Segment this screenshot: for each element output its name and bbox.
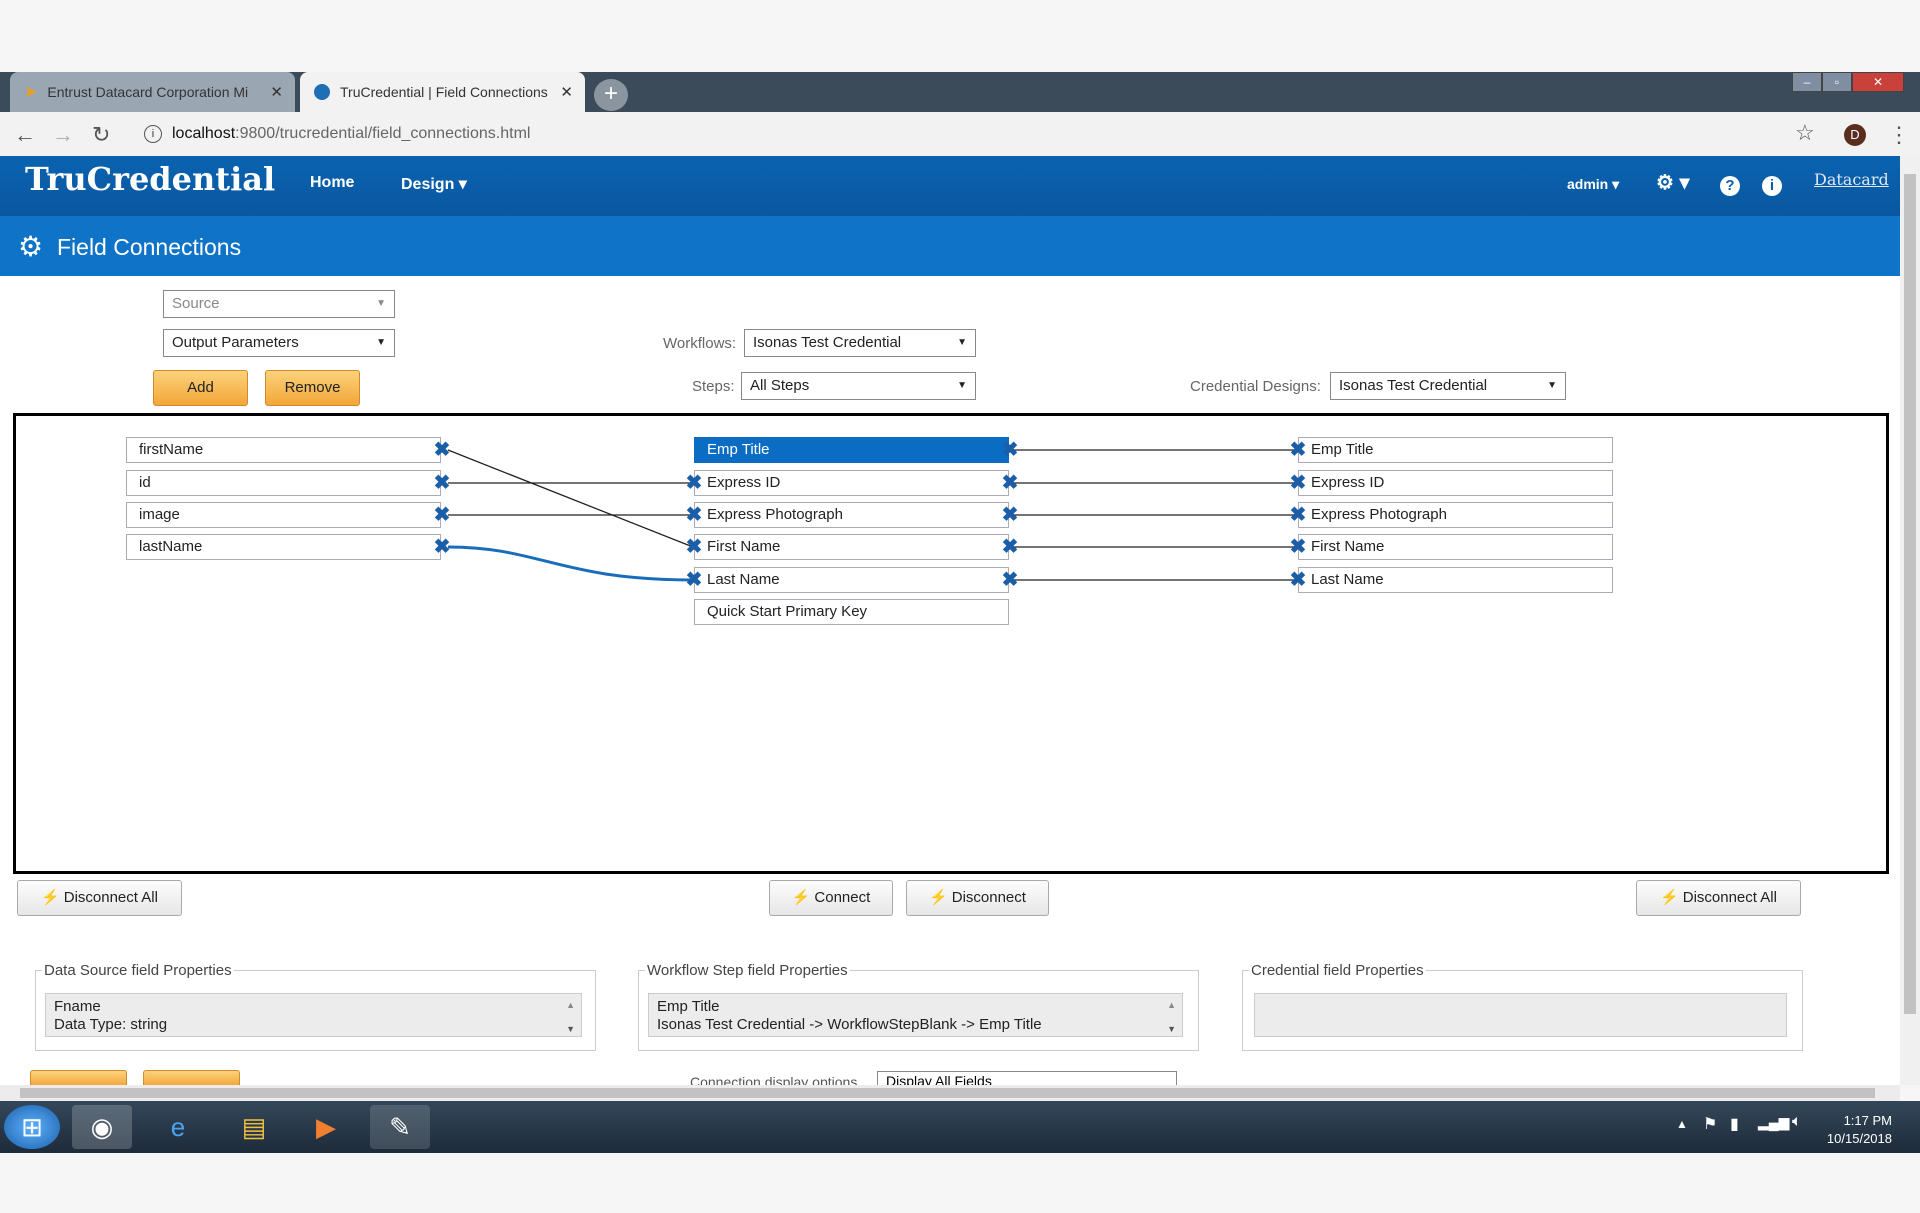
save-button-partial[interactable] bbox=[30, 1070, 127, 1086]
connector-x-icon[interactable]: ✖ bbox=[433, 505, 451, 525]
workflow-field[interactable]: First Name bbox=[694, 534, 1009, 560]
connector-x-icon[interactable]: ✖ bbox=[685, 537, 703, 557]
panel-legend: Workflow Step field Properties bbox=[647, 962, 848, 979]
plug-icon: ⚡ bbox=[791, 889, 811, 906]
connector-x-icon[interactable]: ✖ bbox=[1289, 473, 1307, 493]
clock[interactable]: 1:17 PM 10/15/2018 bbox=[1827, 1112, 1892, 1148]
disconnect-button[interactable]: ⚡ Disconnect bbox=[906, 880, 1049, 916]
paint-taskbar-icon[interactable]: ✎ bbox=[370, 1105, 430, 1149]
connector-x-icon[interactable]: ✖ bbox=[685, 505, 703, 525]
connection-lastname-last-name[interactable] bbox=[447, 545, 694, 582]
horizontal-scrollbar[interactable] bbox=[0, 1085, 1900, 1101]
panel-legend: Data Source field Properties bbox=[44, 962, 232, 979]
scroll-up-icon[interactable]: ▲ bbox=[566, 996, 575, 1014]
source-field[interactable]: id bbox=[126, 470, 441, 496]
disconnect-all-label: Disconnect All bbox=[63, 889, 158, 906]
connect-label: Connect bbox=[814, 889, 871, 906]
credential-field[interactable]: Last Name bbox=[1298, 567, 1613, 593]
scrollbar-thumb[interactable] bbox=[1904, 174, 1916, 1014]
source-field[interactable]: lastName bbox=[126, 534, 441, 560]
ie-taskbar-icon[interactable]: e bbox=[148, 1105, 208, 1149]
network-icon[interactable]: ▂▄▆ bbox=[1758, 1114, 1789, 1131]
credential-field[interactable]: First Name bbox=[1298, 534, 1613, 560]
unplug-icon: ⚡ bbox=[41, 889, 60, 906]
source-field[interactable]: firstName bbox=[126, 437, 441, 463]
property-line: Fname bbox=[54, 998, 101, 1015]
connector-x-icon[interactable]: ✖ bbox=[1001, 505, 1019, 525]
media-taskbar-icon[interactable]: ▶ bbox=[296, 1105, 356, 1149]
connect-button[interactable]: ⚡ Connect bbox=[769, 880, 893, 916]
workflow-field-selected[interactable]: Emp Title bbox=[694, 437, 1009, 463]
property-line: Emp Title bbox=[657, 998, 720, 1015]
volume-icon[interactable]: 🔈︎ bbox=[1792, 1113, 1802, 1131]
scroll-down-icon[interactable]: ▼ bbox=[1167, 1020, 1176, 1038]
chrome-taskbar-icon[interactable]: ◉ bbox=[72, 1105, 132, 1149]
connector-x-icon[interactable]: ✖ bbox=[1001, 440, 1019, 460]
property-line: Isonas Test Credential -> WorkflowStepBl… bbox=[657, 1016, 1042, 1033]
connector-x-icon[interactable]: ✖ bbox=[1001, 570, 1019, 590]
connector-x-icon[interactable]: ✖ bbox=[1289, 505, 1307, 525]
unplug-icon: ⚡ bbox=[1660, 889, 1679, 906]
scrollbar-thumb[interactable] bbox=[20, 1088, 1875, 1098]
workflow-field[interactable]: Express Photograph bbox=[694, 502, 1009, 528]
credential-field[interactable]: Express ID bbox=[1298, 470, 1613, 496]
connector-x-icon[interactable]: ✖ bbox=[685, 473, 703, 493]
property-line: Data Type: string bbox=[54, 1016, 168, 1033]
connector-x-icon[interactable]: ✖ bbox=[685, 570, 703, 590]
connector-x-icon[interactable]: ✖ bbox=[433, 473, 451, 493]
workflow-field[interactable]: Quick Start Primary Key bbox=[694, 599, 1009, 625]
display-options-value: Display All Fields bbox=[886, 1073, 992, 1085]
connection-firstname-first-name[interactable] bbox=[447, 449, 694, 548]
credential-field[interactable]: Emp Title bbox=[1298, 437, 1613, 463]
connector-x-icon[interactable]: ✖ bbox=[1289, 440, 1307, 460]
action-center-flag-icon[interactable]: ⚑ bbox=[1703, 1114, 1717, 1134]
source-field[interactable]: image bbox=[126, 502, 441, 528]
power-icon[interactable]: ▮ bbox=[1730, 1114, 1739, 1134]
workflow-field[interactable]: Last Name bbox=[694, 567, 1009, 593]
unplug-icon: ⚡ bbox=[929, 889, 948, 906]
windows-taskbar: ⊞ ◉ e ▤ ▶ ✎ ▲ ⚑ ▮ ▂▄▆ 🔈︎ 1:17 PM 10/15/2… bbox=[0, 1101, 1920, 1153]
start-button[interactable]: ⊞ bbox=[4, 1105, 60, 1149]
close-button-partial[interactable] bbox=[143, 1070, 240, 1086]
connector-x-icon[interactable]: ✖ bbox=[1001, 473, 1019, 493]
explorer-taskbar-icon[interactable]: ▤ bbox=[224, 1105, 284, 1149]
disconnect-all-label: Disconnect All bbox=[1682, 889, 1777, 906]
connector-x-icon[interactable]: ✖ bbox=[1289, 537, 1307, 557]
data-source-properties-box[interactable]: Fname Data Type: string ▲ ▼ bbox=[45, 993, 582, 1037]
connector-x-icon[interactable]: ✖ bbox=[1001, 537, 1019, 557]
credential-properties-box[interactable] bbox=[1254, 993, 1787, 1037]
tray-expand-icon[interactable]: ▲ bbox=[1676, 1117, 1688, 1131]
disconnect-label: Disconnect bbox=[951, 889, 1026, 906]
connector-x-icon[interactable]: ✖ bbox=[433, 440, 451, 460]
scroll-down-icon[interactable]: ▼ bbox=[566, 1020, 575, 1038]
credential-field[interactable]: Express Photograph bbox=[1298, 502, 1613, 528]
connector-x-icon[interactable]: ✖ bbox=[433, 537, 451, 557]
connector-x-icon[interactable]: ✖ bbox=[1289, 570, 1307, 590]
vertical-scrollbar[interactable] bbox=[1900, 156, 1920, 1085]
clock-date: 10/15/2018 bbox=[1826, 1131, 1892, 1146]
display-options-label: Connection display options bbox=[690, 1075, 858, 1085]
panel-legend: Credential field Properties bbox=[1251, 962, 1424, 979]
clock-time: 1:17 PM bbox=[1843, 1113, 1892, 1128]
workflow-step-properties-box[interactable]: Emp Title Isonas Test Credential -> Work… bbox=[648, 993, 1183, 1037]
workflow-field[interactable]: Express ID bbox=[694, 470, 1009, 496]
scroll-up-icon[interactable]: ▲ bbox=[1167, 996, 1176, 1014]
disconnect-all-right-button[interactable]: ⚡ Disconnect All bbox=[1636, 880, 1801, 916]
disconnect-all-left-button[interactable]: ⚡ Disconnect All bbox=[17, 880, 182, 916]
display-options-select[interactable]: Display All Fields bbox=[877, 1071, 1177, 1085]
